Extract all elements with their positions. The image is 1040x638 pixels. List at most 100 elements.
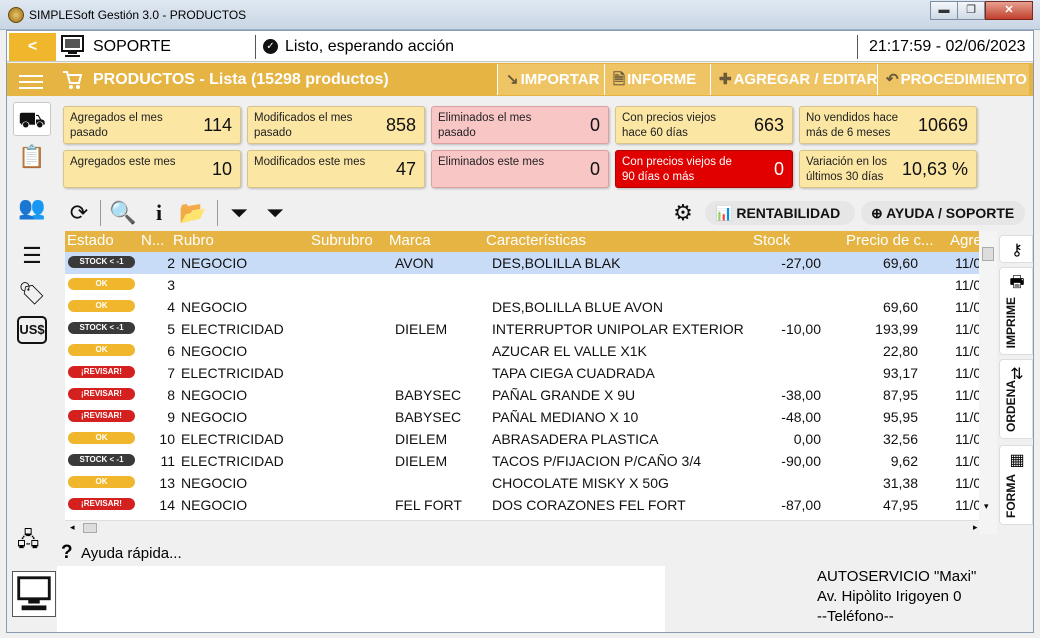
cell-precio: 31,38 — [882, 475, 918, 491]
cell-rubro: ELECTRICIDAD — [181, 365, 284, 381]
table-row[interactable]: OK 10 ELECTRICIDAD DIELEM ABRASADERA PLASTIC… — [65, 428, 997, 450]
column-header[interactable]: Rubro — [173, 232, 214, 249]
cell-stock: -38,00 — [781, 387, 821, 403]
key-tab[interactable]: ⚷ — [999, 235, 1033, 263]
cell-rubro: NEGOCIO — [181, 497, 248, 513]
stat-card[interactable]: Modificados este mes 47 — [247, 150, 425, 188]
cell-marca: FEL FORT — [395, 497, 462, 513]
import-button[interactable]: ↘ IMPORTAR — [497, 64, 604, 95]
table-row[interactable]: STOCK < -1 2 NEGOCIO AVON DES,BOLILLA BLAK -2… — [65, 252, 997, 274]
sidebar-item-products[interactable]: ⛟ — [13, 102, 51, 136]
scroll-thumb[interactable] — [982, 247, 994, 261]
column-header[interactable]: Características — [486, 232, 586, 249]
scroll-down-icon[interactable]: ▾ — [984, 501, 989, 512]
cell-rubro: ELECTRICIDAD — [181, 431, 284, 447]
sidebar-item-clients[interactable]: 👥 — [13, 191, 51, 225]
status-badge: ¡REVISAR! — [68, 498, 135, 510]
sort-tab[interactable]: ⇅ ORDENA — [999, 359, 1033, 439]
column-header[interactable]: Precio de c... — [846, 232, 934, 249]
grid-toolbar: ⟳ 🔍 i 📂 ⏷ ⏷ ⚙ 📊 RENTABILIDAD ⊕ AYUDA / S… — [65, 196, 1035, 232]
column-header[interactable]: Estado — [67, 232, 114, 249]
cell-number: 10 — [159, 431, 175, 447]
report-button[interactable]: 🗎 INFORME — [604, 64, 710, 95]
table-row[interactable]: ¡REVISAR! 8 NEGOCIO BABYSEC PAÑAL GRANDE X 9… — [65, 384, 997, 406]
search-icon[interactable]: 🔍 — [109, 199, 137, 227]
quick-help: ? Ayuda rápida... — [57, 540, 1027, 566]
close-button[interactable]: ✕ — [985, 1, 1033, 20]
table-row[interactable]: ¡REVISAR! 7 ELECTRICIDAD TAPA CIEGA CUADRAD… — [65, 362, 997, 384]
form-tab[interactable]: ▦ FORMA — [999, 445, 1033, 525]
status-badge: OK — [68, 300, 135, 312]
stat-card[interactable]: Agregados este mes 10 — [63, 150, 241, 188]
column-header[interactable]: Marca — [389, 232, 431, 249]
stat-card[interactable]: Modificados el mes pasado 858 — [247, 106, 425, 144]
status-badge: STOCK < -1 — [68, 256, 135, 268]
sidebar-item-prices[interactable]: 🏷 — [13, 277, 51, 311]
vertical-scrollbar[interactable]: ▾ — [979, 231, 997, 534]
usd-icon: US$ — [19, 322, 45, 337]
cell-stock: -48,00 — [781, 409, 821, 425]
table-row[interactable]: OK 3 11/09 — [65, 274, 997, 296]
cell-stock: -90,00 — [781, 453, 821, 469]
cell-caracteristicas: PAÑAL MEDIANO X 10 — [492, 409, 639, 425]
stat-card[interactable]: Variación en los últimos 30 días 10,63 % — [799, 150, 977, 188]
computer-icon[interactable] — [12, 571, 56, 617]
cell-number: 5 — [167, 321, 175, 337]
stat-card[interactable]: Agregados el mes pasado 114 — [63, 106, 241, 144]
sidebar-item-checklist[interactable]: 📋 — [13, 140, 51, 174]
settings-sliders-icon[interactable]: ⚙ — [669, 199, 697, 227]
stat-card[interactable]: Con precios viejos de 90 días o más 0 — [615, 150, 793, 188]
column-header[interactable]: Agre — [950, 232, 982, 249]
status-bar: < SOPORTE ✓ Listo, esperando acción 21:1… — [7, 31, 1033, 62]
table-row[interactable]: STOCK < -1 11 ELECTRICIDAD DIELEM TACOS P/FI… — [65, 450, 997, 472]
column-header[interactable]: Subrubro — [311, 232, 373, 249]
cell-caracteristicas: CHOCOLATE MISKY X 50G — [492, 475, 669, 491]
cell-caracteristicas: AZUCAR EL VALLE X1K — [492, 343, 647, 359]
cell-stock: 0,00 — [793, 431, 821, 447]
refresh-icon[interactable]: ⟳ — [65, 199, 93, 227]
help-support-button[interactable]: ⊕ AYUDA / SOPORTE — [861, 201, 1025, 225]
maximize-button[interactable]: ❐ — [957, 1, 985, 20]
table-row[interactable]: ¡REVISAR! 9 NEGOCIO BABYSEC PAÑAL MEDIANO X … — [65, 406, 997, 428]
back-button[interactable]: < — [9, 33, 56, 61]
stat-card[interactable]: Eliminados el mes pasado 0 — [431, 106, 609, 144]
stat-card[interactable]: No vendidos hace más de 6 meses 10669 — [799, 106, 977, 144]
filter-icon[interactable]: ⏷ — [225, 199, 253, 227]
cell-precio: 193,99 — [875, 321, 918, 337]
info-icon[interactable]: i — [145, 199, 173, 227]
menu-icon[interactable] — [19, 75, 43, 93]
stat-card[interactable]: Con precios viejos hace 60 días 663 — [615, 106, 793, 144]
cell-caracteristicas: TAPA CIEGA CUADRADA — [492, 365, 655, 381]
column-header[interactable]: Stock — [753, 232, 791, 249]
add-edit-button[interactable]: ✚ AGREGAR / EDITAR — [710, 64, 877, 95]
table-row[interactable]: OK 6 NEGOCIO AZUCAR EL VALLE X1K 22,80 11/09 — [65, 340, 997, 362]
horizontal-scrollbar[interactable]: ◂ ▸ — [65, 520, 997, 534]
clock: 21:17:59 - 02/06/2023 — [869, 38, 1026, 55]
table-row[interactable]: OK 13 NEGOCIO CHOCOLATE MISKY X 50G 31,38 11/… — [65, 472, 997, 494]
table-row[interactable]: ¡REVISAR! 14 NEGOCIO FEL FORT DOS CORAZONES … — [65, 494, 997, 516]
status-badge: OK — [68, 476, 135, 488]
minimize-button[interactable]: ▬ — [930, 1, 958, 20]
filter-clear-icon[interactable]: ⏷ — [261, 199, 289, 227]
status-badge: OK — [68, 432, 135, 444]
status-badge: STOCK < -1 — [68, 454, 135, 466]
sidebar-item-currency[interactable]: US$ — [17, 316, 47, 344]
page-header: PRODUCTOS - Lista (15298 productos) ↘ IMP… — [7, 63, 1033, 96]
rentabilidad-button[interactable]: 📊 RENTABILIDAD — [705, 201, 855, 225]
stat-card[interactable]: Eliminados este mes 0 — [431, 150, 609, 188]
table-row[interactable]: STOCK < -1 5 ELECTRICIDAD DIELEM INTERRUPTOR… — [65, 318, 997, 340]
sidebar-item-list[interactable]: ☰ — [13, 239, 51, 273]
sidebar: ⛟ 📋 👥 ☰ 🏷 US$ — [7, 97, 57, 567]
cell-rubro: ELECTRICIDAD — [181, 321, 284, 337]
cell-marca: DIELEM — [395, 321, 448, 337]
cell-precio: 47,95 — [882, 497, 918, 513]
network-icon[interactable]: 🖧 — [17, 525, 39, 559]
folder-icon[interactable]: 📂 — [179, 199, 207, 227]
procedure-button[interactable]: ↶ PROCEDIMIENTO — [877, 64, 1029, 95]
scroll-left-icon[interactable]: ◂ — [70, 522, 75, 533]
scroll-thumb[interactable] — [83, 523, 97, 533]
column-header[interactable]: N... — [141, 232, 164, 249]
table-row[interactable]: OK 4 NEGOCIO DES,BOLILLA BLUE AVON 69,60 11/0… — [65, 296, 997, 318]
scroll-right-icon[interactable]: ▸ — [973, 522, 978, 533]
print-tab[interactable]: 🖶 IMPRIME — [999, 267, 1033, 355]
